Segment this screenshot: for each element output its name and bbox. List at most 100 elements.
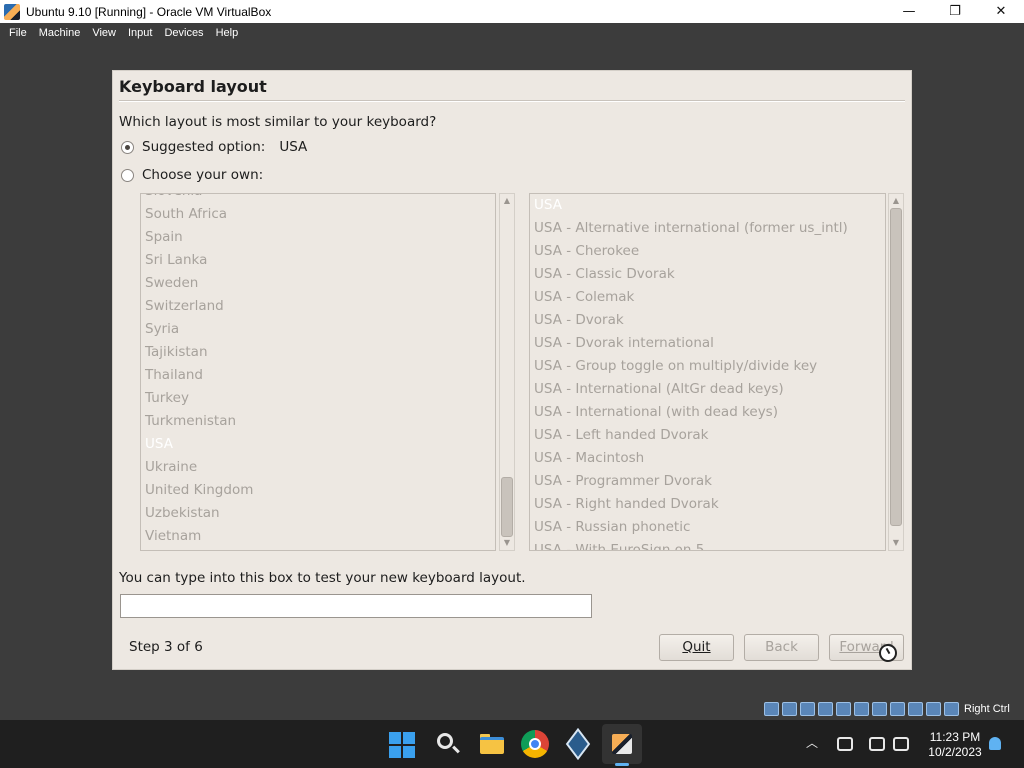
step-indicator: Step 3 of 6	[129, 639, 203, 655]
recording-icon[interactable]	[890, 702, 905, 716]
active-app-indicator	[615, 763, 629, 766]
country-list-item[interactable]: Ukraine	[141, 456, 495, 479]
mouse-integration-icon[interactable]	[926, 702, 941, 716]
country-list-item[interactable]: Syria	[141, 318, 495, 341]
window-title-bar: Ubuntu 9.10 [Running] - Oracle VM Virtua…	[0, 0, 1024, 23]
scroll-up-icon[interactable]: ▲	[500, 194, 514, 208]
quit-button[interactable]: Quit	[659, 634, 734, 661]
shared-folders-icon[interactable]	[854, 702, 869, 716]
keyboard-layout-dialog: Keyboard layout Which layout is most sim…	[112, 70, 912, 670]
clock-date[interactable]: 10/2/2023	[922, 745, 988, 759]
scroll-down-icon[interactable]: ▼	[500, 536, 514, 550]
variant-list-item[interactable]: USA - Cherokee	[530, 240, 885, 263]
maximize-button[interactable]: ❐	[932, 0, 978, 23]
variant-list-item[interactable]: USA - Dvorak	[530, 309, 885, 332]
variant-list[interactable]: USA USA - Alternative international (form…	[529, 193, 886, 551]
country-list-item[interactable]: Turkey	[141, 387, 495, 410]
virtualbox-vm-taskbar-icon[interactable]	[608, 730, 636, 758]
search-icon[interactable]	[434, 730, 462, 758]
menu-view[interactable]: View	[92, 27, 116, 39]
choose-own-label: Choose your own:	[142, 167, 264, 183]
variant-list-item[interactable]: USA - Russian phonetic	[530, 516, 885, 539]
scrollbar-thumb[interactable]	[501, 477, 513, 537]
virtualbox-manager-icon[interactable]	[564, 727, 592, 761]
country-list-item[interactable]: Switzerland	[141, 295, 495, 318]
test-box-label: You can type into this box to test your …	[119, 570, 526, 586]
hard-disk-icon[interactable]	[764, 702, 779, 716]
radio-selected-icon	[121, 140, 134, 154]
usb-icon[interactable]	[836, 702, 851, 716]
choose-own-radio[interactable]: Choose your own:	[121, 167, 263, 183]
variant-list-item[interactable]: USA - Alternative international (former …	[530, 217, 885, 240]
country-list-item[interactable]: Thailand	[141, 364, 495, 387]
country-list[interactable]: SloveniaSouth AfricaSpainSri LankaSweden…	[140, 193, 496, 551]
notification-bell-icon[interactable]	[989, 737, 1001, 750]
network-icon[interactable]	[818, 702, 833, 716]
menu-file[interactable]: File	[9, 27, 27, 39]
title-separator	[119, 100, 905, 102]
variant-list-item[interactable]: USA - Group toggle on multiply/divide ke…	[530, 355, 885, 378]
chrome-icon[interactable]	[521, 730, 549, 758]
country-list-item[interactable]: Sri Lanka	[141, 249, 495, 272]
volume-muted-icon[interactable]	[893, 737, 909, 751]
country-list-item[interactable]: United Kingdom	[141, 479, 495, 502]
variant-list-item[interactable]: USA - With EuroSign on 5	[530, 539, 885, 550]
keyboard-icon[interactable]	[944, 702, 959, 716]
vm-status-bar: Right Ctrl	[764, 700, 1024, 718]
start-button[interactable]	[389, 732, 415, 758]
scrollbar-thumb[interactable]	[890, 208, 902, 526]
variant-list-item[interactable]: USA - Programmer Dvorak	[530, 470, 885, 493]
network-status-icon[interactable]	[869, 737, 885, 751]
optical-drive-icon[interactable]	[782, 702, 797, 716]
variant-list-item[interactable]: USA - Left handed Dvorak	[530, 424, 885, 447]
cpu-icon[interactable]	[908, 702, 923, 716]
country-list-item[interactable]: South Africa	[141, 203, 495, 226]
country-list-item[interactable]: Spain	[141, 226, 495, 249]
virtualbox-vm-icon	[4, 3, 20, 20]
variant-list-item[interactable]: USA - Macintosh	[530, 447, 885, 470]
test-layout-input[interactable]	[120, 594, 592, 618]
variant-list-item[interactable]: USA - International (with dead keys)	[530, 401, 885, 424]
variant-list-item[interactable]: USA	[530, 194, 885, 217]
menu-devices[interactable]: Devices	[164, 27, 203, 39]
onedrive-cloud-icon[interactable]	[837, 737, 853, 751]
suggested-option-value: USA	[279, 139, 308, 155]
scroll-up-icon[interactable]: ▲	[889, 194, 903, 208]
country-list-item[interactable]: Slovenia	[141, 194, 495, 203]
suggested-option-radio[interactable]: Suggested option: USA	[121, 139, 307, 155]
country-list-item[interactable]: Vietnam	[141, 525, 495, 548]
close-button[interactable]: ✕	[978, 0, 1024, 23]
variant-list-item[interactable]: USA - Classic Dvorak	[530, 263, 885, 286]
file-explorer-icon[interactable]	[478, 730, 506, 758]
suggested-option-label: Suggested option:	[142, 139, 266, 155]
country-list-item[interactable]: Sweden	[141, 272, 495, 295]
page-title: Keyboard layout	[119, 77, 267, 96]
variant-list-scrollbar[interactable]: ▲ ▼	[888, 193, 904, 551]
variant-list-item[interactable]: USA - Colemak	[530, 286, 885, 309]
country-list-item[interactable]: Turkmenistan	[141, 410, 495, 433]
variant-list-item[interactable]: USA - Dvorak international	[530, 332, 885, 355]
variant-list-item[interactable]: USA - International (AltGr dead keys)	[530, 378, 885, 401]
back-button[interactable]: Back	[744, 634, 819, 661]
country-list-scrollbar[interactable]: ▲ ▼	[499, 193, 515, 551]
display-icon[interactable]	[872, 702, 887, 716]
window-title: Ubuntu 9.10 [Running] - Oracle VM Virtua…	[26, 4, 272, 19]
busy-cursor-icon	[879, 644, 897, 662]
menu-bar: File Machine View Input Devices Help	[0, 23, 1024, 42]
scroll-down-icon[interactable]: ▼	[889, 536, 903, 550]
audio-icon[interactable]	[800, 702, 815, 716]
layout-question: Which layout is most similar to your key…	[119, 114, 437, 130]
radio-unselected-icon	[121, 168, 134, 182]
country-list-item[interactable]: USA	[141, 433, 495, 456]
menu-input[interactable]: Input	[128, 27, 152, 39]
menu-machine[interactable]: Machine	[39, 27, 81, 39]
variant-list-item[interactable]: USA - Right handed Dvorak	[530, 493, 885, 516]
country-list-item[interactable]: Uzbekistan	[141, 502, 495, 525]
clock-time[interactable]: 11:23 PM	[922, 730, 988, 744]
country-list-item[interactable]: Tajikistan	[141, 341, 495, 364]
chevron-up-icon[interactable]: ︿	[806, 734, 818, 751]
menu-help[interactable]: Help	[216, 27, 239, 39]
system-tray: ︿ 11:23 PM 10/2/2023	[800, 728, 1024, 762]
minimize-button[interactable]: —	[886, 0, 932, 23]
host-key-label: Right Ctrl	[964, 703, 1010, 715]
